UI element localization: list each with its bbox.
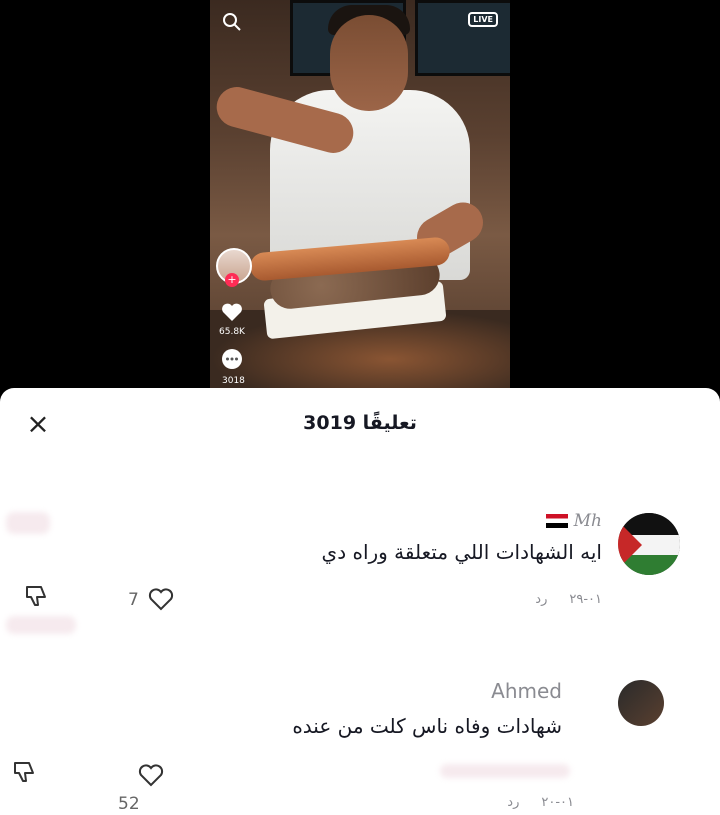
comment-author[interactable]: Mh (540, 511, 602, 531)
comment-item: Ahmed شهادات وفاه ناس كلت من عنده 52 ٠١-… (0, 674, 720, 815)
comment-author[interactable]: Ahmed (491, 679, 562, 703)
heart-icon[interactable] (221, 302, 243, 327)
comments-title: 3019 تعليقًا (303, 412, 417, 434)
comment-text: شهادات وفاه ناس كلت من عنده (292, 714, 562, 738)
egypt-flag-icon (546, 514, 569, 528)
like-icon[interactable] (137, 762, 165, 794)
comment-date: ٠١-٢٩ (569, 592, 602, 607)
live-icon[interactable]: LIVE (468, 12, 498, 27)
video-area[interactable]: LIVE + 65.8K 3018 (0, 0, 720, 400)
reply-button[interactable]: رد (535, 592, 547, 607)
follow-button[interactable]: + (225, 273, 239, 287)
like-icon[interactable] (147, 586, 175, 618)
avatar[interactable] (618, 513, 680, 575)
comment-meta: ٠١-٢٠ رد (485, 795, 574, 810)
video-frame[interactable]: LIVE + 65.8K 3018 (210, 0, 510, 392)
comment-icon[interactable] (221, 348, 243, 375)
comment-text: ايه الشهادات اللي متعلقة وراه دي (321, 540, 602, 564)
comment-count: 3018 (222, 376, 245, 386)
like-count: 65.8K (219, 327, 245, 337)
comment-meta: ٠١-٢٩ رد (513, 592, 602, 607)
comment-date: ٠١-٢٠ (541, 795, 574, 810)
blurred-area (6, 512, 50, 534)
like-count: 7 (128, 590, 139, 610)
blurred-area (6, 616, 76, 634)
wall-certificate (415, 0, 510, 76)
dislike-icon[interactable] (24, 584, 50, 614)
comment-item: Mh ايه الشهادات اللي متعلقة وراه دي ٠١-٢… (0, 506, 720, 634)
person-head (330, 15, 408, 111)
avatar[interactable] (618, 680, 664, 726)
like-count: 52 (118, 794, 140, 814)
reply-button[interactable]: رد (507, 795, 519, 810)
dislike-icon[interactable] (12, 760, 38, 790)
search-icon[interactable] (222, 12, 242, 37)
blurred-area (440, 764, 570, 778)
comments-sheet: × 3019 تعليقًا Mh ايه الشهادات اللي متعل… (0, 388, 720, 815)
